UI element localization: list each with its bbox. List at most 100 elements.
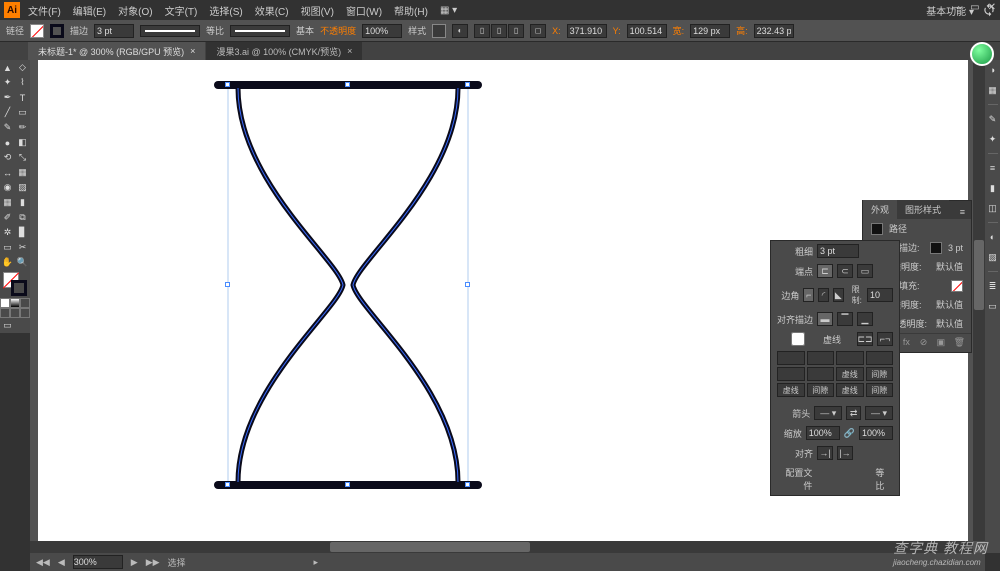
menu-type[interactable]: 文字(T) [161,1,202,20]
dash-align-corners[interactable]: ⌐¬ [877,332,893,346]
blob-brush-tool[interactable]: ● [0,135,15,150]
gradient-tool[interactable]: ▮ [15,195,30,210]
align-right-button[interactable]: ▯ [508,24,524,38]
vertical-scrollbar[interactable] [973,60,985,541]
pen-tool[interactable]: ✒ [0,90,15,105]
menu-file[interactable]: 文件(F) [24,1,65,20]
draw-behind[interactable] [10,308,20,318]
selection-handle[interactable] [225,82,230,87]
menu-edit[interactable]: 编辑(E) [69,1,110,20]
selection-handle[interactable] [465,482,470,487]
arrow-tip-button[interactable]: |→ [837,446,853,460]
add-effect-icon[interactable]: fx [903,337,914,349]
width-tool[interactable]: ↔ [0,165,15,180]
fill-color-swatch[interactable] [951,280,963,292]
selection-handle[interactable] [465,282,470,287]
align-center-button[interactable]: ▬ [817,312,833,326]
artboard-nav-next[interactable]: ▶▶ [146,557,160,568]
none-mode[interactable] [20,298,30,308]
transform-button[interactable]: ◻ [530,24,546,38]
align-center-button[interactable]: ▯ [491,24,507,38]
menu-help[interactable]: 帮助(H) [390,1,432,20]
dock-artboards-icon[interactable]: ▭ [987,300,999,312]
dock-gradient-icon[interactable]: ▮ [987,182,999,194]
gap-input[interactable] [866,351,894,365]
artboard-nav-prev[interactable]: ◀◀ [36,557,50,568]
corner-round-button[interactable]: ◜ [818,288,829,302]
document-tab[interactable]: 漫果3.ai @ 100% (CMYK/预览)× [206,42,362,60]
weight-input[interactable] [817,244,859,258]
arrow-scale-start[interactable] [806,426,840,440]
arrow-extend-button[interactable]: →| [817,446,833,460]
delete-icon[interactable]: 🗑 [954,337,965,349]
dock-swatches-icon[interactable]: ▦ [987,84,999,96]
maximize-button[interactable]: ▭ [970,2,979,13]
dock-symbols-icon[interactable]: ✦ [987,133,999,145]
artboard-tool[interactable]: ▭ [0,240,15,255]
selection-handle[interactable] [345,482,350,487]
recolor-button[interactable]: ◐ [452,24,468,38]
dock-graphic-styles-icon[interactable]: ▨ [987,251,999,263]
rotate-tool[interactable]: ⟲ [0,150,15,165]
zoom-tool[interactable]: 🔍 [15,255,30,270]
dock-layers-icon[interactable]: ≣ [987,280,999,292]
scrollbar-thumb[interactable] [330,542,530,552]
gradient-mode[interactable] [10,298,20,308]
arrow-end-select[interactable]: — ▾ [865,406,893,420]
mesh-tool[interactable]: ▦ [0,195,15,210]
menu-window[interactable]: 窗口(W) [342,1,386,20]
eyedropper-tool[interactable]: ✐ [0,210,15,225]
draw-inside[interactable] [20,308,30,318]
gap-input[interactable] [807,367,835,381]
x-input[interactable] [567,24,607,38]
w-input[interactable] [690,24,730,38]
opacity-input[interactable] [362,24,402,38]
user-avatar[interactable] [970,42,994,66]
tab-close-icon[interactable]: × [190,46,195,56]
arrow-swap-button[interactable]: ⇄ [846,406,861,420]
cap-butt-button[interactable]: ⊏ [817,264,833,278]
eraser-tool[interactable]: ◧ [15,135,30,150]
graphic-style-swatch[interactable] [432,24,446,38]
shape-builder-tool[interactable]: ◉ [0,180,15,195]
stroke-swatch[interactable] [50,24,64,38]
screen-mode-button[interactable]: ▭ [0,318,15,333]
column-graph-tool[interactable]: ▊ [15,225,30,240]
type-tool[interactable]: T [15,90,30,105]
dock-stroke-icon[interactable]: ≡ [987,162,999,174]
free-transform-tool[interactable]: ▦ [15,165,30,180]
dash-input[interactable] [777,351,805,365]
hand-tool[interactable]: ✋ [0,255,15,270]
dock-transparency-icon[interactable]: ◫ [987,202,999,214]
panel-menu-icon[interactable]: ≡ [954,205,971,219]
paintbrush-tool[interactable]: ✎ [0,120,15,135]
align-outside-button[interactable]: ▁ [857,312,873,326]
panel-tab-graphic-styles[interactable]: 图形样式 [897,200,949,219]
menu-view[interactable]: 视图(V) [297,1,338,20]
horizontal-scrollbar[interactable] [30,541,973,553]
stroke-indicator[interactable] [11,280,27,296]
artboard-nav-back[interactable]: ◀ [58,557,65,568]
selection-handle[interactable] [225,282,230,287]
align-left-button[interactable]: ▯ [474,24,490,38]
selection-handle[interactable] [345,82,350,87]
selection-handle[interactable] [465,82,470,87]
pencil-tool[interactable]: ✏ [15,120,30,135]
arrow-start-select[interactable]: — ▾ [814,406,842,420]
dock-color-icon[interactable]: ◑ [987,64,999,76]
stroke-weight-value[interactable]: 3 pt [948,243,963,253]
link-icon[interactable]: 🔗 [844,428,855,439]
corner-miter-button[interactable]: ⌐ [803,288,814,302]
draw-normal[interactable] [0,308,10,318]
fill-swatch[interactable] [30,24,44,38]
h-input[interactable] [754,24,794,38]
cap-square-button[interactable]: ▭ [857,264,873,278]
duplicate-icon[interactable]: ▣ [937,337,948,349]
arrow-scale-end[interactable] [859,426,893,440]
corner-bevel-button[interactable]: ◣ [833,288,844,302]
variable-width-profile[interactable] [140,25,200,37]
clear-icon[interactable]: ⊘ [920,337,931,349]
dash-input[interactable] [836,351,864,365]
cap-round-button[interactable]: ⊂ [837,264,853,278]
brush-definition[interactable] [230,25,290,37]
